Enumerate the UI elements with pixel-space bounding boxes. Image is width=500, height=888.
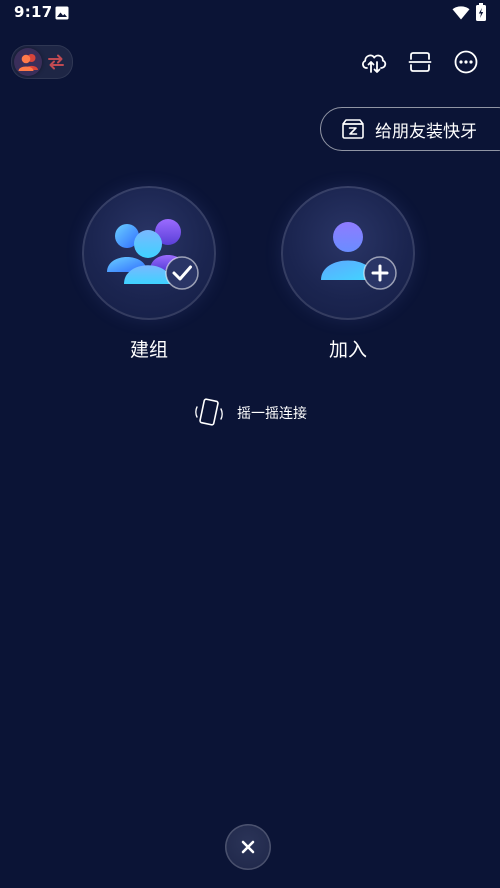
shake-connect-label: 摇一摇连接 [237,406,307,422]
scan-icon [408,52,432,72]
shake-phone-icon [195,398,223,426]
status-time: 9:17 [14,3,53,21]
close-icon [241,840,255,854]
join-group-button[interactable] [281,186,415,320]
gallery-icon [55,5,69,24]
scan-button[interactable] [405,47,435,77]
zapya-box-icon [342,119,364,139]
install-for-friend-button[interactable]: 给朋友装快牙 [320,107,500,151]
group-users-icon [14,48,42,76]
mode-switch[interactable] [11,45,73,79]
battery-charging-icon [476,3,486,25]
status-bar: 9:17 [0,0,500,26]
join-group-label: 加入 [328,339,367,361]
user-plus-icon [321,222,397,290]
wifi-icon [452,5,470,24]
close-button[interactable] [225,824,271,870]
more-icon [454,50,478,74]
more-button[interactable] [451,47,481,77]
create-group-label: 建组 [129,339,168,361]
create-group-button[interactable] [82,186,216,320]
cloud-sync-button[interactable] [359,47,389,77]
cloud-sync-icon [362,54,387,73]
shake-connect-button[interactable]: 摇一摇连接 [193,397,307,429]
swap-arrows-icon [46,53,66,75]
app-screen: 9:17 给朋友装快牙 建组 加入 摇一摇连接 [0,0,500,888]
group-check-icon [107,219,199,290]
install-for-friend-label: 给朋友装快牙 [375,121,477,142]
